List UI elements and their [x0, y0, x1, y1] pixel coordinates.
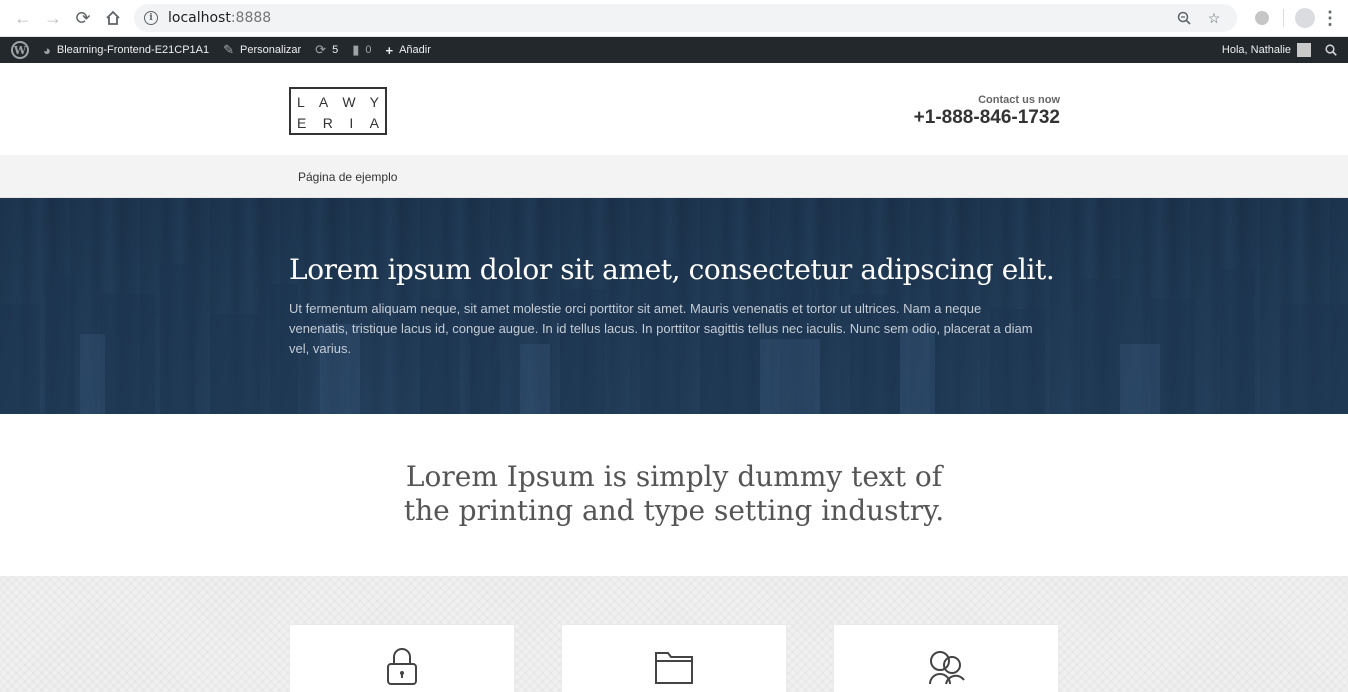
- extension-icon[interactable]: [1247, 3, 1277, 33]
- wp-admin-bar: W ◕ Blearning-Frontend-E21CP1A1 ✎ Person…: [0, 37, 1348, 63]
- add-new-link[interactable]: + Añadir: [378, 37, 437, 63]
- comments-link[interactable]: ▮ 0: [345, 37, 378, 63]
- browser-toolbar: ← → ⟳ i localhost:8888 ☆ ⋮: [0, 0, 1348, 37]
- hero-section: Lorem ipsum dolor sit amet, consectetur …: [0, 198, 1348, 414]
- home-icon[interactable]: [98, 3, 128, 33]
- brush-icon: ✎: [223, 42, 235, 57]
- feature-card-folder: [561, 624, 787, 692]
- feature-card-lock: [289, 624, 515, 692]
- hero-text: Ut fermentum aliquam neque, sit amet mol…: [289, 301, 1033, 356]
- site-name: Blearning-Frontend-E21CP1A1: [56, 44, 210, 56]
- plus-icon: +: [385, 42, 394, 58]
- site-header: L A W Y E R I A Contact us now +1-888-84…: [0, 63, 1348, 155]
- add-new-label: Añadir: [399, 44, 431, 56]
- zoom-icon[interactable]: [1171, 7, 1197, 29]
- star-icon[interactable]: ☆: [1201, 7, 1227, 29]
- updates-count: 5: [332, 44, 339, 56]
- contact-phone[interactable]: +1-888-846-1732: [914, 107, 1060, 129]
- reload-icon[interactable]: ⟳: [68, 3, 98, 33]
- address-bar[interactable]: i localhost:8888 ☆: [134, 4, 1237, 32]
- avatar: [1297, 43, 1311, 57]
- updates-link[interactable]: ⟳ 5: [308, 37, 345, 63]
- logo-letter: E: [297, 114, 307, 131]
- customize-label: Personalizar: [240, 44, 302, 56]
- intro-heading: Lorem Ipsum is simply dummy text of the …: [0, 460, 1348, 528]
- logo-letter: Y: [369, 93, 379, 110]
- greeting: Hola, Nathalie: [1221, 44, 1291, 56]
- admin-search-button[interactable]: [1318, 37, 1344, 63]
- features-section: [0, 576, 1348, 692]
- profile-icon[interactable]: [1290, 3, 1320, 33]
- intro-line-2: the printing and type setting industry.: [403, 494, 945, 527]
- site-name-link[interactable]: ◕ Blearning-Frontend-E21CP1A1: [36, 37, 216, 63]
- main-menu: Página de ejemplo: [0, 155, 1348, 198]
- wp-logo-button[interactable]: W: [4, 37, 36, 63]
- lock-icon: [387, 648, 417, 685]
- logo-letter: R: [322, 114, 333, 131]
- intro-section: Lorem Ipsum is simply dummy text of the …: [0, 414, 1348, 576]
- hero-title: Lorem ipsum dolor sit amet, consectetur …: [289, 253, 1055, 286]
- forward-icon[interactable]: →: [38, 3, 68, 33]
- search-icon: [1325, 44, 1337, 56]
- logo-letter: A: [369, 114, 379, 131]
- customize-link[interactable]: ✎ Personalizar: [216, 37, 308, 63]
- url-host: localhost: [168, 10, 231, 26]
- logo-letter: W: [342, 93, 356, 110]
- url-text: localhost:8888: [168, 10, 271, 26]
- folder-icon: [655, 652, 693, 684]
- feature-card-users: [833, 624, 1059, 692]
- contact-block: Contact us now +1-888-846-1732: [914, 94, 1060, 129]
- logo-line-2: E R I A: [297, 112, 379, 133]
- menu-item-sample-page[interactable]: Página de ejemplo: [298, 170, 397, 184]
- site-logo[interactable]: L A W Y E R I A: [289, 87, 387, 135]
- menu-icon[interactable]: ⋮: [1320, 3, 1340, 33]
- comments-count: 0: [365, 44, 372, 56]
- intro-line-1: Lorem Ipsum is simply dummy text of: [405, 460, 943, 493]
- my-account-link[interactable]: Hola, Nathalie: [1215, 37, 1318, 63]
- logo-letter: A: [318, 93, 329, 110]
- dashboard-icon: ◕: [43, 42, 51, 58]
- back-icon[interactable]: ←: [8, 3, 38, 33]
- users-icon: [929, 651, 965, 685]
- wordpress-icon: W: [11, 41, 29, 59]
- url-port: :8888: [230, 10, 272, 26]
- comment-icon: ▮: [352, 42, 360, 57]
- logo-letter: L: [297, 93, 305, 110]
- contact-label: Contact us now: [978, 94, 1060, 106]
- info-icon[interactable]: i: [144, 11, 158, 25]
- updates-icon: ⟳: [315, 42, 327, 57]
- logo-letter: I: [349, 114, 354, 131]
- logo-line-1: L A W Y: [297, 91, 379, 112]
